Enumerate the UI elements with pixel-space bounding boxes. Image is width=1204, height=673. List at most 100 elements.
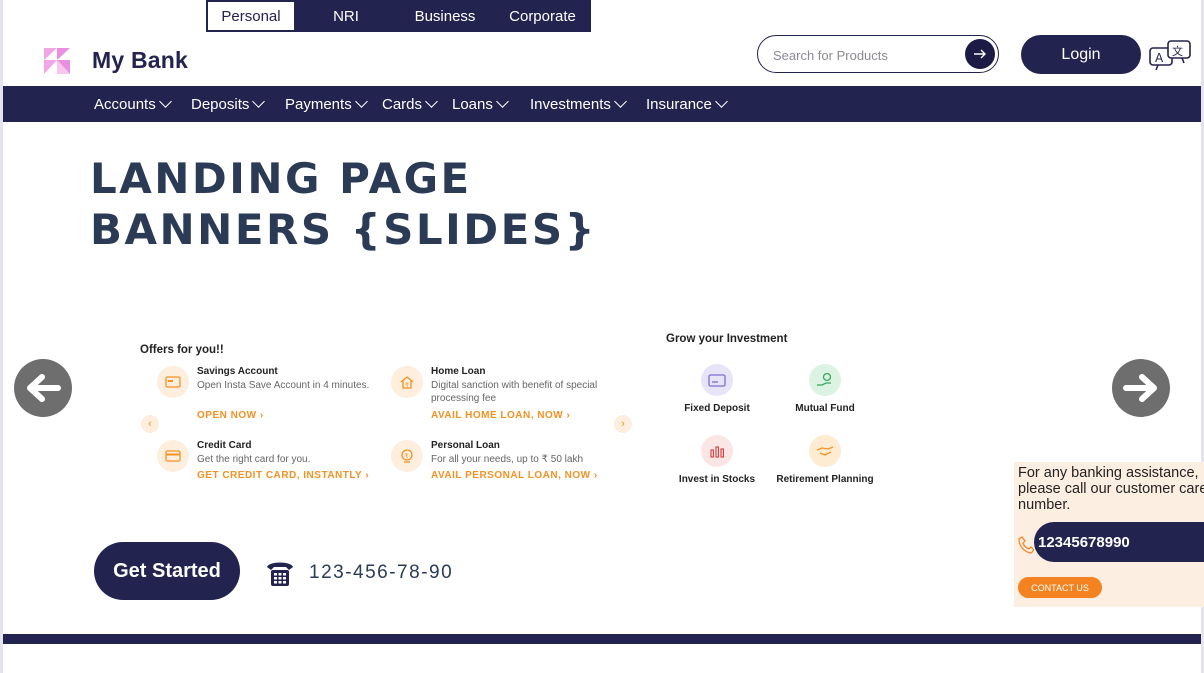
nav-loans[interactable]: Loans bbox=[452, 86, 509, 122]
offer-link-label: AVAIL PERSONAL LOAN, NOW bbox=[431, 470, 591, 481]
page-title-line-1: LANDING PAGE bbox=[90, 154, 472, 203]
nav-label: Payments bbox=[285, 95, 352, 113]
offer-desc: Open Insta Save Account in 4 minutes. bbox=[197, 380, 370, 391]
footer-bar bbox=[3, 634, 1201, 644]
offer-title: Savings Account bbox=[197, 366, 278, 377]
chevron-right-icon: › bbox=[259, 410, 264, 421]
mutual-fund-icon bbox=[809, 364, 841, 396]
svg-text:₹: ₹ bbox=[405, 382, 409, 389]
grow-label: Invest in Stocks bbox=[678, 474, 756, 485]
fixed-deposit-icon bbox=[701, 364, 733, 396]
translate-icon[interactable]: A 文 bbox=[1148, 38, 1192, 72]
slide-prev-button[interactable] bbox=[14, 359, 72, 417]
offer-link[interactable]: OPEN NOW › bbox=[197, 410, 264, 421]
tab-personal[interactable]: Personal bbox=[206, 0, 296, 32]
home-loan-icon: ₹ bbox=[391, 366, 423, 398]
login-button[interactable]: Login bbox=[1021, 35, 1141, 74]
offer-desc: Get the right card for you. bbox=[197, 454, 311, 465]
brand-logo[interactable]: My Bank bbox=[42, 46, 188, 76]
offer-desc: For all your needs, up to ₹ 50 lakh bbox=[431, 454, 584, 465]
main-nav: Accounts Deposits Payments Cards Loans I… bbox=[3, 86, 1201, 122]
contact-us-button[interactable]: CONTACT US bbox=[1018, 577, 1102, 598]
nav-accounts[interactable]: Accounts bbox=[94, 86, 172, 122]
offers-next-button[interactable]: › bbox=[614, 415, 632, 433]
chevron-down-icon bbox=[614, 95, 627, 108]
customer-care-text: For any banking assistance, please call … bbox=[1018, 465, 1204, 513]
nav-label: Investments bbox=[530, 95, 611, 113]
chevron-right-icon: › bbox=[593, 470, 598, 481]
chevron-down-icon bbox=[354, 95, 368, 108]
offer-link[interactable]: AVAIL PERSONAL LOAN, NOW › bbox=[431, 470, 598, 481]
offer-credit-card: Credit Card Get the right card for you. … bbox=[157, 440, 377, 488]
nav-label: Accounts bbox=[94, 95, 156, 113]
brand-name: My Bank bbox=[92, 47, 188, 73]
stocks-icon bbox=[701, 435, 733, 467]
telephone-icon bbox=[267, 562, 293, 586]
grow-label: Retirement Planning bbox=[776, 474, 874, 485]
grow-label: Mutual Fund bbox=[795, 403, 855, 414]
chevron-right-icon: › bbox=[566, 410, 571, 421]
tab-nri[interactable]: NRI bbox=[296, 0, 396, 32]
savings-card-icon bbox=[157, 366, 189, 398]
chevron-down-icon bbox=[425, 95, 438, 108]
offers-title: Offers for you!! bbox=[140, 344, 224, 356]
offer-savings-account: Savings Account Open Insta Save Account … bbox=[157, 366, 377, 428]
chevron-down-icon bbox=[252, 95, 266, 108]
segment-tabs: Personal NRI Business Corporate bbox=[206, 0, 591, 32]
nav-label: Deposits bbox=[191, 95, 250, 113]
chevron-down-icon bbox=[158, 95, 172, 108]
offer-title: Credit Card bbox=[197, 440, 252, 451]
tab-corporate[interactable]: Corporate bbox=[494, 0, 591, 32]
offer-link-label: GET CREDIT CARD, INSTANTLY bbox=[197, 470, 363, 481]
offers-prev-button[interactable]: ‹ bbox=[141, 415, 159, 433]
offer-link-label: OPEN NOW bbox=[197, 410, 257, 421]
search-submit-button[interactable] bbox=[965, 39, 995, 69]
grow-retirement-planning[interactable]: Retirement Planning bbox=[770, 435, 880, 485]
grow-mutual-fund[interactable]: Mutual Fund bbox=[770, 364, 880, 414]
customer-care-panel: For any banking assistance, please call … bbox=[1014, 462, 1204, 607]
page-title: LANDING PAGE BANNERS {SLIDES} bbox=[90, 153, 597, 255]
get-started-button[interactable]: Get Started bbox=[94, 542, 240, 600]
svg-text:A: A bbox=[1155, 51, 1164, 65]
offer-personal-loan: ₹ Personal Loan For all your needs, up t… bbox=[391, 440, 611, 488]
slide-next-button[interactable] bbox=[1112, 359, 1170, 417]
nav-label: Loans bbox=[452, 95, 493, 113]
chevron-down-icon bbox=[715, 95, 728, 108]
chevron-right-icon: › bbox=[621, 418, 625, 430]
chevron-left-icon: ‹ bbox=[148, 418, 152, 430]
retirement-icon bbox=[809, 435, 841, 467]
offer-title: Personal Loan bbox=[431, 440, 500, 451]
grow-label: Fixed Deposit bbox=[684, 403, 750, 414]
svg-text:文: 文 bbox=[1172, 44, 1183, 58]
personal-loan-icon: ₹ bbox=[391, 440, 423, 472]
phone-icon bbox=[1018, 536, 1034, 554]
nav-deposits[interactable]: Deposits bbox=[191, 86, 266, 122]
chevron-right-icon: › bbox=[365, 470, 370, 481]
nav-label: Cards bbox=[382, 95, 423, 113]
phone-number: 123-456-78-90 bbox=[309, 562, 454, 583]
offer-link[interactable]: AVAIL HOME LOAN, NOW › bbox=[431, 410, 570, 421]
credit-card-icon bbox=[157, 440, 189, 472]
arrow-left-icon bbox=[27, 374, 61, 402]
offer-title: Home Loan bbox=[431, 366, 486, 377]
offer-link-label: AVAIL HOME LOAN, NOW bbox=[431, 410, 564, 421]
arrow-right-icon bbox=[1123, 374, 1157, 402]
search-input[interactable] bbox=[773, 45, 958, 65]
offer-link[interactable]: GET CREDIT CARD, INSTANTLY › bbox=[197, 470, 369, 481]
svg-text:₹: ₹ bbox=[405, 453, 409, 460]
nav-payments[interactable]: Payments bbox=[285, 86, 368, 122]
grow-invest-in-stocks[interactable]: Invest in Stocks bbox=[662, 435, 772, 485]
page-title-line-2: BANNERS {SLIDES} bbox=[90, 205, 597, 254]
search-bar bbox=[757, 35, 999, 73]
tab-business[interactable]: Business bbox=[396, 0, 494, 32]
nav-insurance[interactable]: Insurance bbox=[646, 86, 728, 122]
offer-home-loan: ₹ Home Loan Digital sanction with benefi… bbox=[391, 366, 611, 428]
nav-cards[interactable]: Cards bbox=[382, 86, 438, 122]
nav-investments[interactable]: Investments bbox=[530, 86, 627, 122]
grow-fixed-deposit[interactable]: Fixed Deposit bbox=[662, 364, 772, 414]
logo-icon bbox=[44, 48, 70, 74]
chevron-down-icon bbox=[496, 95, 509, 108]
arrow-right-icon bbox=[974, 49, 986, 59]
grow-investment-title: Grow your Investment bbox=[666, 333, 788, 345]
customer-care-number: 12345678990 bbox=[1034, 522, 1204, 562]
